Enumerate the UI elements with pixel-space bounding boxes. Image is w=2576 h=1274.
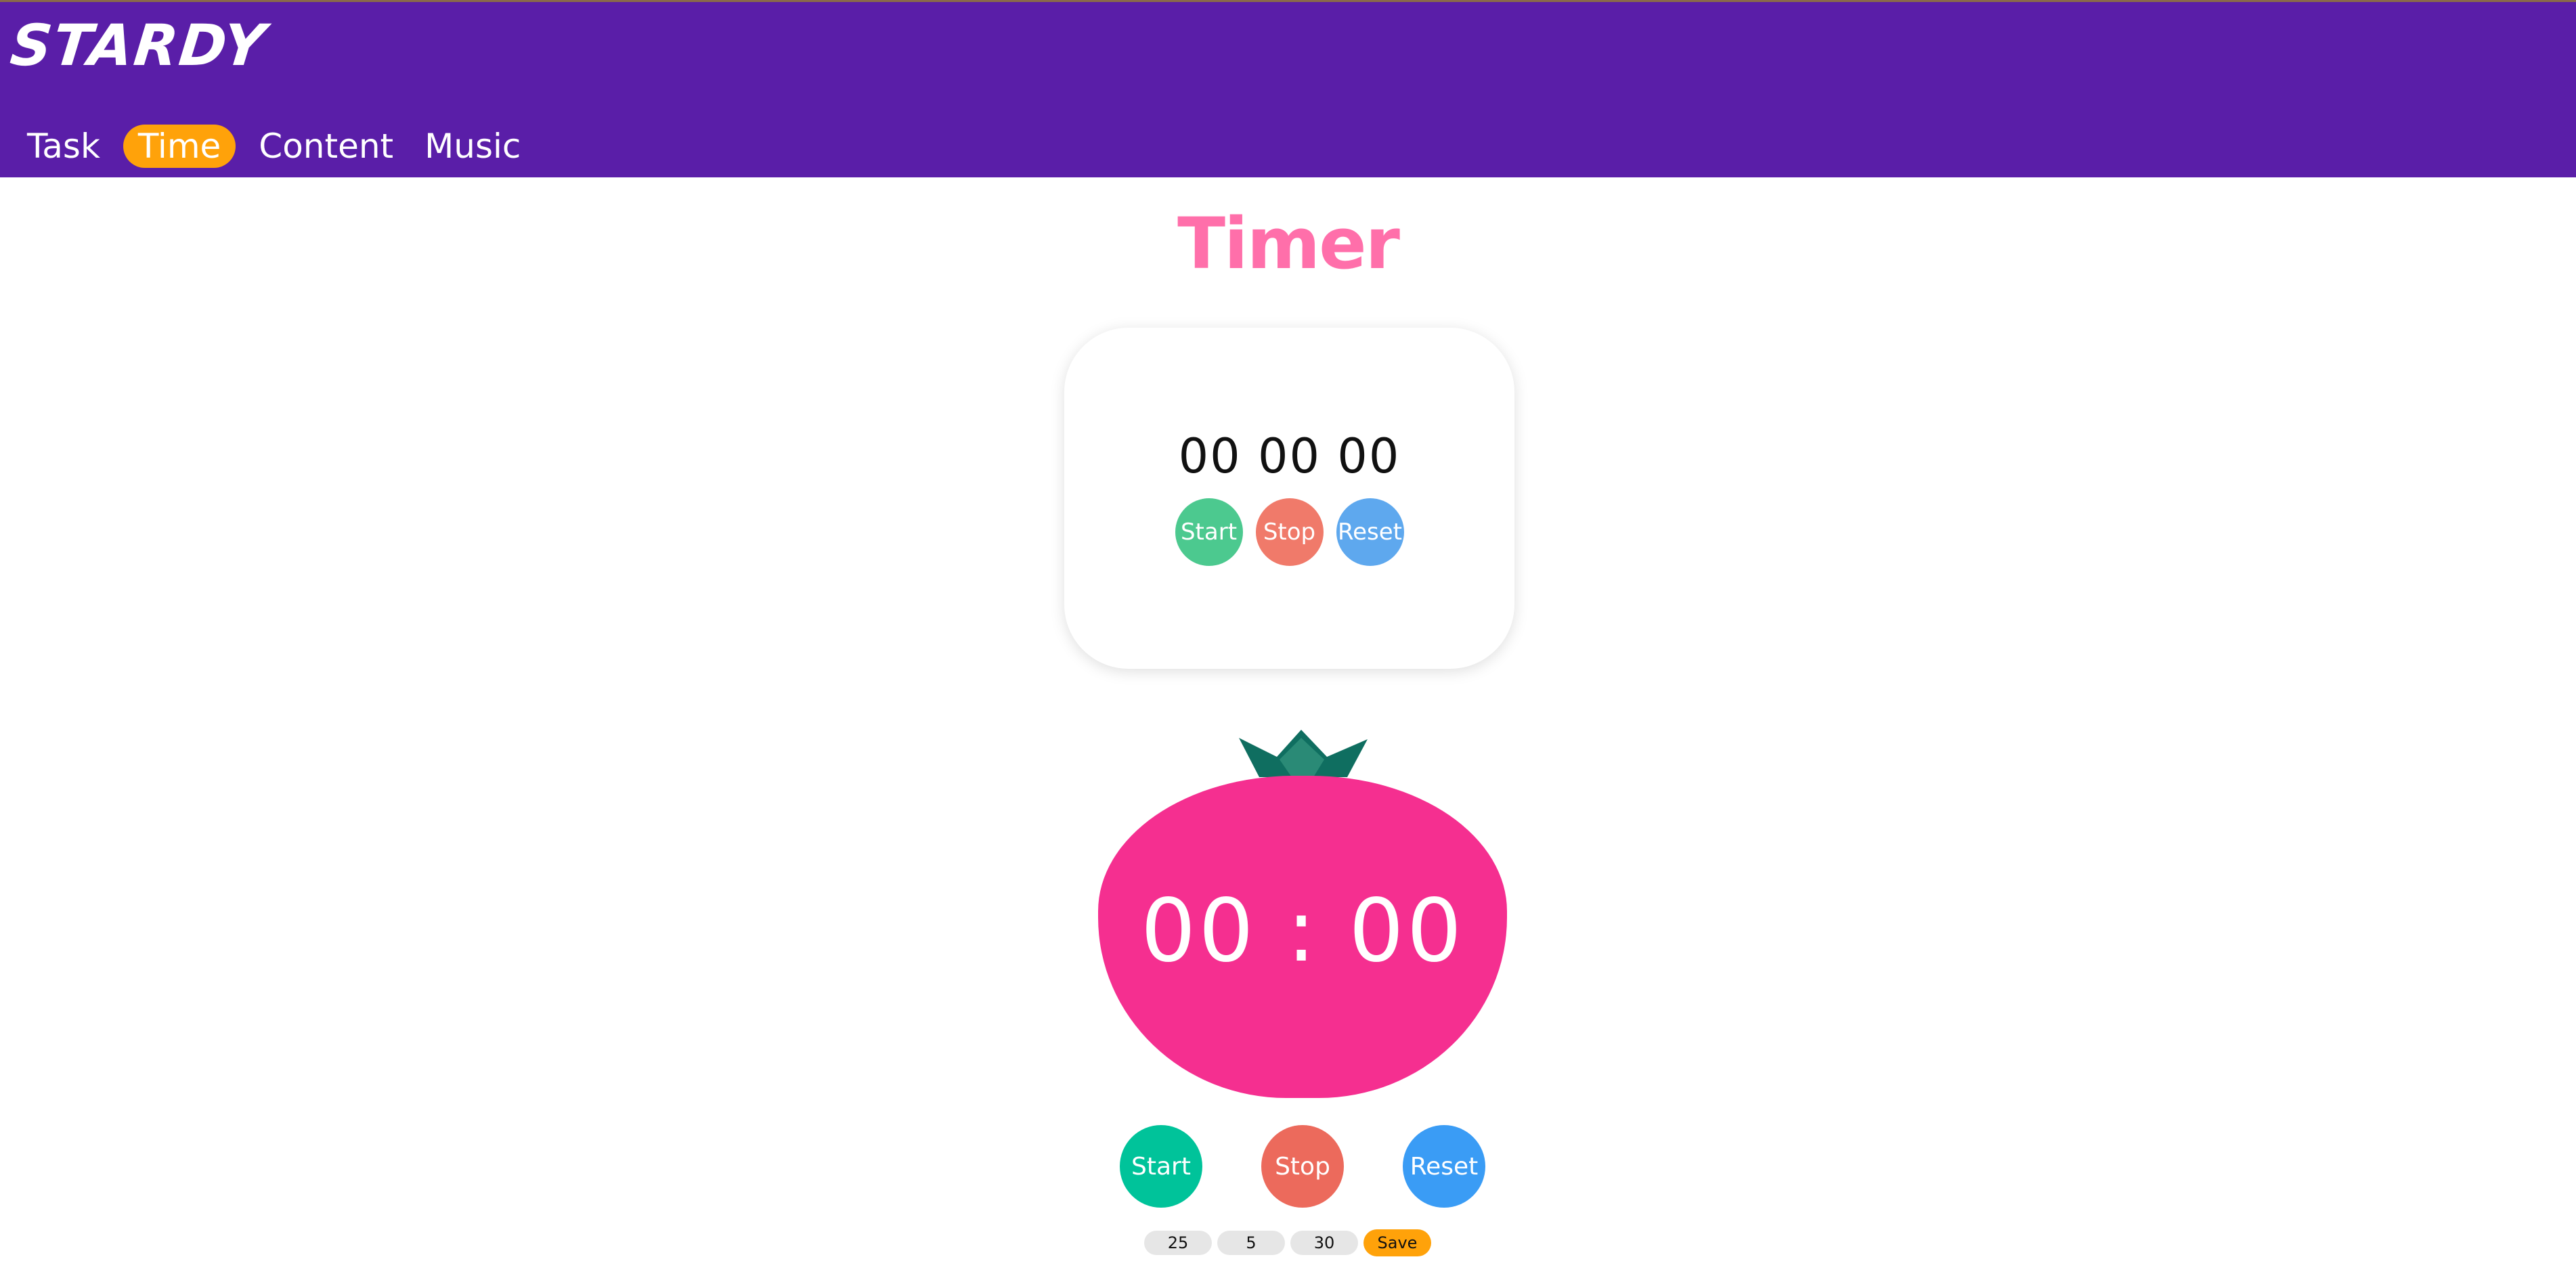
long-break-input[interactable] [1290, 1231, 1358, 1255]
main-nav: Task Time Content Music [19, 123, 529, 170]
tomato-leaves-icon [1239, 730, 1368, 777]
app-header: STARDY Task Time Content Music [0, 0, 2576, 177]
stopwatch-reset-button[interactable]: Reset [1336, 498, 1404, 566]
nav-item-music[interactable]: Music [416, 125, 529, 168]
pomodoro-display: 00 : 00 [1140, 881, 1465, 982]
stopwatch-card: 00 00 00 Start Stop Reset [1064, 328, 1514, 669]
stopwatch-start-button[interactable]: Start [1175, 498, 1243, 566]
pomodoro-stop-button[interactable]: Stop [1261, 1125, 1344, 1208]
nav-item-content[interactable]: Content [250, 125, 401, 168]
stopwatch-display: 00 00 00 [1178, 429, 1401, 484]
nav-item-time[interactable]: Time [123, 125, 236, 168]
save-settings-button[interactable]: Save [1363, 1229, 1431, 1256]
pomodoro-settings: Save [1144, 1229, 1431, 1256]
pomodoro-controls: Start Stop Reset [1120, 1125, 1485, 1208]
pomodoro-reset-button[interactable]: Reset [1403, 1125, 1485, 1208]
app-logo[interactable]: STARDY [7, 12, 270, 79]
pomodoro-tomato: 00 : 00 [1098, 776, 1507, 1098]
stopwatch-stop-button[interactable]: Stop [1255, 498, 1324, 566]
stopwatch-controls: Start Stop Reset [1064, 498, 1514, 566]
page-title: Timer [1177, 202, 1400, 285]
work-minutes-input[interactable] [1144, 1231, 1212, 1255]
nav-item-task[interactable]: Task [19, 125, 108, 168]
pomodoro-start-button[interactable]: Start [1120, 1125, 1202, 1208]
short-break-input[interactable] [1217, 1231, 1285, 1255]
